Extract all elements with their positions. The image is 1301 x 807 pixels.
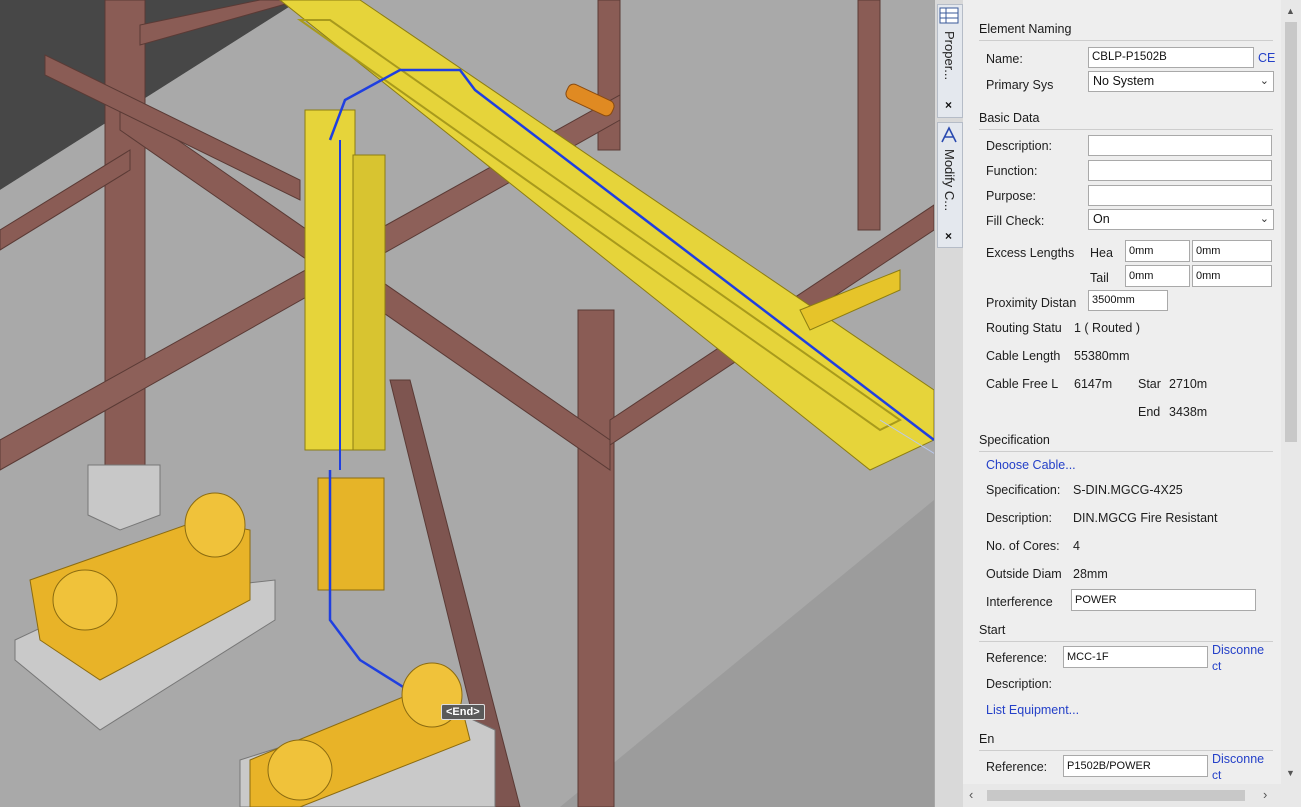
modify-cable-panel: Element Naming Name: CBLP-P1502B CE Prim… bbox=[963, 0, 1301, 807]
plant-model-scene[interactable] bbox=[0, 0, 934, 807]
route-icon bbox=[941, 126, 957, 143]
choose-cable-link[interactable]: Choose Cable... bbox=[986, 458, 1076, 472]
start-free-value: 2710m bbox=[1169, 377, 1208, 391]
start-reference-field[interactable]: MCC-1F bbox=[1063, 646, 1208, 668]
tail-length-field-1[interactable]: 0mm bbox=[1125, 265, 1190, 287]
3d-model-viewport[interactable]: <End> bbox=[0, 0, 934, 807]
excess-lengths-label: Excess Lengths bbox=[986, 246, 1075, 260]
start-disconnect-link-wrap[interactable]: ct bbox=[1212, 659, 1221, 673]
purpose-label: Purpose: bbox=[986, 189, 1037, 203]
motor-1 bbox=[184, 492, 246, 558]
chevron-down-icon: ⌄ bbox=[1259, 213, 1269, 225]
start-reference-label: Reference: bbox=[986, 651, 1048, 665]
specification-label: Specification: bbox=[986, 483, 1061, 497]
description-label: Description: bbox=[986, 139, 1052, 153]
routing-status-label: Routing Statu bbox=[986, 321, 1062, 335]
scroll-right-icon[interactable]: › bbox=[1263, 787, 1267, 802]
end-reference-field[interactable]: P1502B/POWER bbox=[1063, 755, 1208, 777]
steel-column-right bbox=[857, 0, 881, 231]
outside-diameter-value: 28mm bbox=[1073, 567, 1108, 581]
specification-value: S-DIN.MGCG-4X25 bbox=[1073, 483, 1183, 497]
section-basic-data: Basic Data bbox=[979, 111, 1040, 125]
tail-length-field-2[interactable]: 0mm bbox=[1192, 265, 1272, 287]
vertical-scrollbar[interactable]: ▲ ▼ bbox=[1281, 0, 1301, 807]
horizontal-scrollbar[interactable]: ‹ › bbox=[963, 784, 1281, 807]
function-field[interactable] bbox=[1088, 160, 1272, 181]
end-free-label: End bbox=[1138, 405, 1161, 419]
table-icon bbox=[939, 7, 959, 24]
docked-tab-strip: Proper... × Modify C... × bbox=[934, 0, 965, 807]
cores-value: 4 bbox=[1073, 539, 1080, 553]
routing-status-value: 1 ( Routed ) bbox=[1074, 321, 1141, 335]
scroll-down-icon[interactable]: ▼ bbox=[1286, 768, 1295, 778]
cable-free-length-label: Cable Free L bbox=[986, 377, 1059, 391]
proximity-distance-label: Proximity Distan bbox=[986, 296, 1077, 310]
fill-check-select[interactable]: On ⌄ bbox=[1088, 209, 1274, 230]
cable-free-length-value: 6147m bbox=[1074, 377, 1113, 391]
close-properties-tab-icon[interactable]: × bbox=[945, 98, 952, 112]
tab-properties-label: Proper... bbox=[942, 31, 957, 81]
horizontal-scroll-thumb[interactable] bbox=[987, 790, 1245, 801]
description-field[interactable] bbox=[1088, 135, 1272, 156]
spec-description-label: Description: bbox=[986, 511, 1052, 525]
tab-properties[interactable]: Proper... × bbox=[937, 4, 963, 118]
fill-check-label: Fill Check: bbox=[986, 214, 1045, 228]
section-element-naming: Element Naming bbox=[979, 22, 1072, 36]
outside-diameter-label: Outside Diam bbox=[986, 567, 1062, 581]
tail-label: Tail bbox=[1090, 271, 1109, 285]
junction-box[interactable] bbox=[317, 477, 385, 591]
end-marker-label: <End> bbox=[441, 704, 485, 720]
scroll-up-icon[interactable]: ▲ bbox=[1286, 6, 1295, 16]
section-divider bbox=[979, 451, 1273, 452]
interference-label: Interference bbox=[986, 595, 1053, 609]
section-divider bbox=[979, 40, 1273, 41]
pump-casing-1 bbox=[52, 569, 118, 631]
start-description-label: Description: bbox=[986, 677, 1052, 691]
cable-tray-vertical[interactable] bbox=[304, 109, 356, 451]
cores-label: No. of Cores: bbox=[986, 539, 1060, 553]
function-label: Function: bbox=[986, 164, 1038, 178]
end-free-value: 3438m bbox=[1169, 405, 1208, 419]
end-disconnect-link-wrap[interactable]: ct bbox=[1212, 768, 1221, 782]
pump-casing-2 bbox=[267, 739, 333, 801]
name-label: Name: bbox=[986, 52, 1023, 66]
scroll-left-icon[interactable]: ‹ bbox=[969, 787, 973, 802]
head-length-field-1[interactable]: 0mm bbox=[1125, 240, 1190, 262]
start-disconnect-link[interactable]: Disconne bbox=[1212, 643, 1264, 657]
section-end: En bbox=[979, 732, 995, 746]
close-modify-tab-icon[interactable]: × bbox=[945, 229, 952, 243]
start-free-label: Star bbox=[1138, 377, 1161, 391]
primary-system-select[interactable]: No System ⌄ bbox=[1088, 71, 1274, 92]
spec-description-value: DIN.MGCG Fire Resistant bbox=[1073, 511, 1218, 525]
fill-check-value: On bbox=[1093, 212, 1110, 226]
cable-length-value: 55380mm bbox=[1074, 349, 1130, 363]
tab-modify-cable[interactable]: Modify C... × bbox=[937, 122, 963, 248]
end-disconnect-link[interactable]: Disconne bbox=[1212, 752, 1264, 766]
tab-modify-cable-label: Modify C... bbox=[942, 149, 957, 212]
chevron-down-icon: ⌄ bbox=[1259, 75, 1269, 87]
purpose-field[interactable] bbox=[1088, 185, 1272, 206]
head-length-field-2[interactable]: 0mm bbox=[1192, 240, 1272, 262]
section-divider bbox=[979, 750, 1273, 751]
steel-column-front bbox=[577, 309, 615, 807]
primary-system-value: No System bbox=[1093, 74, 1155, 88]
list-equipment-link[interactable]: List Equipment... bbox=[986, 703, 1079, 717]
section-start: Start bbox=[979, 623, 1006, 637]
proximity-distance-field[interactable]: 3500mm bbox=[1088, 290, 1168, 311]
interference-field[interactable]: POWER bbox=[1071, 589, 1256, 611]
cable-length-label: Cable Length bbox=[986, 349, 1061, 363]
end-reference-label: Reference: bbox=[986, 760, 1048, 774]
primary-system-label: Primary Sys bbox=[986, 78, 1054, 92]
vertical-scroll-thumb[interactable] bbox=[1285, 22, 1297, 442]
cable-tray-vertical-side bbox=[352, 154, 386, 451]
ce-link[interactable]: CE bbox=[1258, 51, 1275, 65]
section-specification: Specification bbox=[979, 433, 1050, 447]
section-divider bbox=[979, 641, 1273, 642]
head-label: Hea bbox=[1090, 246, 1113, 260]
section-divider bbox=[979, 129, 1273, 130]
name-field[interactable]: CBLP-P1502B bbox=[1088, 47, 1254, 68]
